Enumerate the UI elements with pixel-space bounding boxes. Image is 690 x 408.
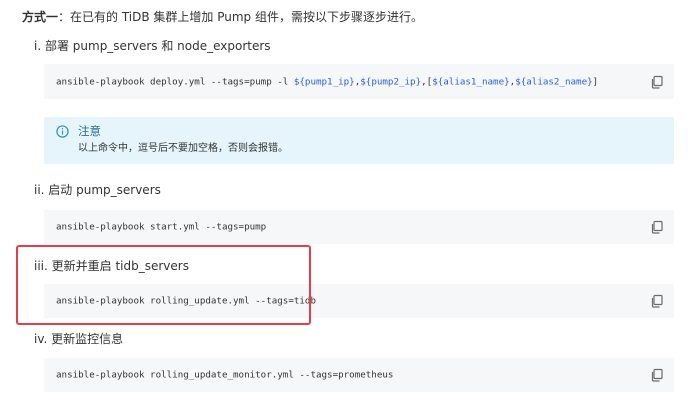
step-2-title: ii. 启动 pump_servers xyxy=(34,183,161,197)
code-text-4[interactable]: ansible-playbook rolling_update_monitor.… xyxy=(56,370,393,381)
note-title: 注意 xyxy=(78,124,101,138)
copy-icon[interactable] xyxy=(650,294,664,308)
copy-icon[interactable] xyxy=(650,75,664,89)
step-4-title: iv. 更新监控信息 xyxy=(34,332,124,346)
code-1-var-1: ${pump1_ip} xyxy=(293,76,355,87)
intro-text: ：在已有的 TiDB 集群上增加 Pump 组件，需按以下步骤逐步进行。 xyxy=(58,10,423,24)
code-1-var-2: ${pump2_ip} xyxy=(360,76,422,87)
step-1-title: i. 部署 pump_servers 和 node_exporters xyxy=(34,39,271,53)
note-callout: 注意 以上命令中，逗号后不要加空格，否则会报错。 xyxy=(44,117,674,164)
code-text-1[interactable]: ansible-playbook deploy.yml --tags=pump … xyxy=(56,76,598,87)
copy-icon[interactable] xyxy=(650,220,664,234)
intro-bold: 方式一 xyxy=(22,10,59,24)
code-1-var-3: ${alias1_name} xyxy=(432,76,510,87)
code-1-sep-2: ,[ xyxy=(421,76,433,87)
intro-line: 方式一：在已有的 TiDB 集群上增加 Pump 组件，需按以下步骤逐步进行。 xyxy=(22,8,423,26)
note-body: 以上命令中，逗号后不要加空格，否则会报错。 xyxy=(78,143,288,154)
code-1-var-4: ${alias2_name} xyxy=(515,76,593,87)
copy-icon[interactable] xyxy=(650,368,664,382)
code-text-2[interactable]: ansible-playbook start.yml --tags=pump xyxy=(56,222,266,233)
code-1-prefix: ansible-playbook deploy.yml --tags=pump … xyxy=(56,76,294,87)
code-block-4: ansible-playbook rolling_update_monitor.… xyxy=(44,358,674,392)
highlight-box xyxy=(16,245,311,325)
code-1-sep-4: ] xyxy=(592,76,599,87)
code-block-1: ansible-playbook deploy.yml --tags=pump … xyxy=(44,64,674,99)
info-icon xyxy=(56,125,69,138)
code-block-2: ansible-playbook start.yml --tags=pump xyxy=(44,210,674,244)
